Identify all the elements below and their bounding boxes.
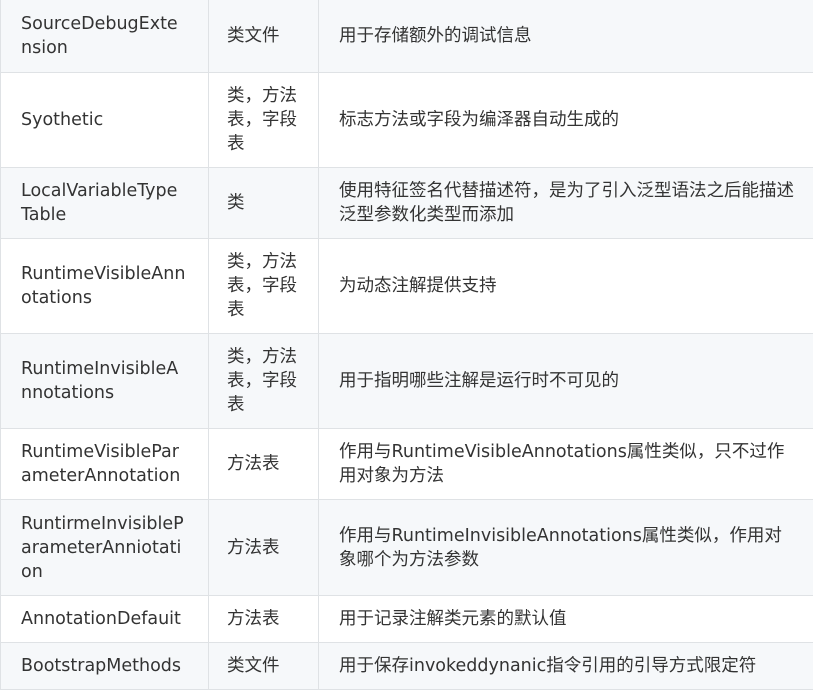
attribute-type-cell: 类文件 [208, 0, 319, 73]
table-row: SourceDebugExtension 类文件 用于存储额外的调试信息 [0, 0, 813, 73]
attribute-name-cell: AnnotationDefauit [0, 595, 209, 643]
attribute-desc-cell: 用于存储额外的调试信息 [318, 0, 813, 73]
table-row: AnnotationDefauit 方法表 用于记录注解类元素的默认值 [0, 595, 813, 643]
attribute-table-body: SourceDebugExtension 类文件 用于存储额外的调试信息 Syo… [0, 0, 813, 690]
attribute-desc-cell: 用于指明哪些注解是运行时不可见的 [318, 333, 813, 429]
attribute-name-cell: RuntirmeInvisibleParameterAnniotation [0, 499, 209, 596]
attribute-type-cell: 方法表 [208, 428, 319, 500]
attribute-name-cell: SourceDebugExtension [0, 0, 209, 73]
table-row: LocalVariableTypeTable 类 使用特征签名代替描述符，是为了… [0, 167, 813, 239]
attribute-desc-cell: 标志方法或字段为编泽器自动生成的 [318, 72, 813, 168]
attribute-type-cell: 类，方法表，字段表 [208, 72, 319, 168]
attribute-type-cell: 类，方法表，字段表 [208, 238, 319, 334]
attribute-name-cell: RuntimeVisibleParameterAnnotation [0, 428, 209, 500]
table-row: RuntimeVisibleAnnotations 类，方法表，字段表 为动态注… [0, 238, 813, 334]
attribute-name-cell: LocalVariableTypeTable [0, 167, 209, 239]
attribute-type-cell: 类 [208, 167, 319, 239]
attribute-desc-cell: 用于记录注解类元素的默认值 [318, 595, 813, 643]
table-row: Syothetic 类，方法表，字段表 标志方法或字段为编泽器自动生成的 [0, 72, 813, 168]
attribute-desc-cell: 为动态注解提供支持 [318, 238, 813, 334]
attribute-table: SourceDebugExtension 类文件 用于存储额外的调试信息 Syo… [0, 0, 813, 690]
attribute-desc-cell: 用于保存invokeddynanic指令引用的引导方式限定符 [318, 642, 813, 690]
table-row: BootstrapMethods 类文件 用于保存invokeddynanic指… [0, 642, 813, 690]
attribute-desc-cell: 作用与RuntimeInvisibleAnnotations属性类似，作用对象哪… [318, 499, 813, 596]
attribute-name-cell: RuntimeVisibleAnnotations [0, 238, 209, 334]
table-row: RuntimeVisibleParameterAnnotation 方法表 作用… [0, 428, 813, 500]
attribute-name-cell: RuntimeInvisibleAnnotations [0, 333, 209, 429]
attribute-type-cell: 类，方法表，字段表 [208, 333, 319, 429]
attribute-type-cell: 方法表 [208, 595, 319, 643]
table-row: RuntimeInvisibleAnnotations 类，方法表，字段表 用于… [0, 333, 813, 429]
attribute-name-cell: BootstrapMethods [0, 642, 209, 690]
attribute-name-cell: Syothetic [0, 72, 209, 168]
attribute-desc-cell: 作用与RuntimeVisibleAnnotations属性类似，只不过作用对象… [318, 428, 813, 500]
attribute-desc-cell: 使用特征签名代替描述符，是为了引入泛型语法之后能描述泛型参数化类型而添加 [318, 167, 813, 239]
table-row: RuntirmeInvisibleParameterAnniotation 方法… [0, 499, 813, 596]
attribute-type-cell: 类文件 [208, 642, 319, 690]
attribute-type-cell: 方法表 [208, 499, 319, 596]
